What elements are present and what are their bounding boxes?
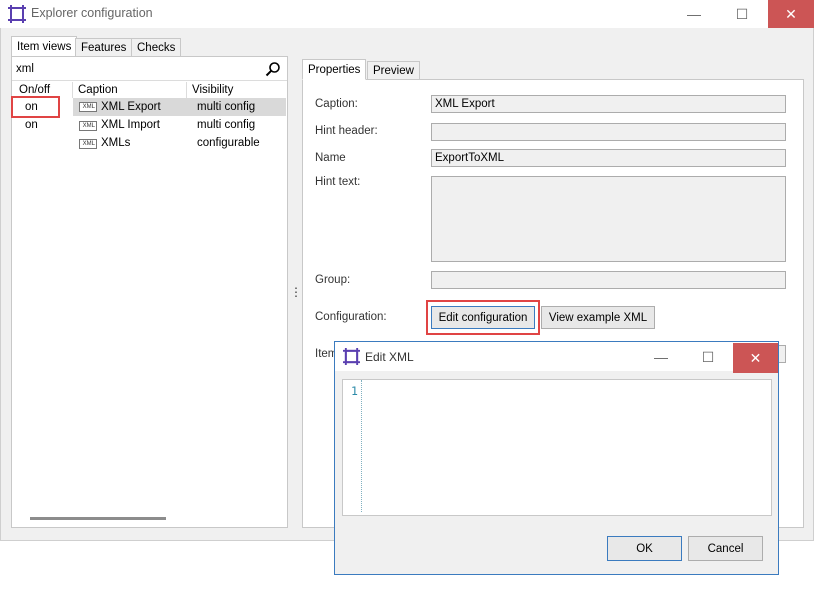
view-example-xml-button[interactable]: View example XML	[541, 306, 655, 329]
xml-file-icon: XML	[79, 102, 97, 112]
configuration-label: Configuration:	[315, 311, 387, 323]
maximize-button[interactable]: ☐	[725, 0, 759, 28]
hint-header-field[interactable]	[431, 123, 786, 141]
xml-editor[interactable]	[342, 379, 772, 516]
tab-preview[interactable]: Preview	[367, 61, 420, 80]
xml-file-icon: XML	[79, 139, 97, 149]
gutter-divider	[361, 380, 362, 512]
edit-configuration-button[interactable]: Edit configuration	[431, 306, 535, 329]
column-header-onoff[interactable]: On/off	[19, 84, 50, 96]
app-frame-icon	[8, 5, 26, 23]
column-header-visibility[interactable]: Visibility	[192, 84, 233, 96]
row-caption[interactable]: XML Export	[101, 101, 161, 113]
minimize-button[interactable]: —	[677, 0, 711, 28]
row-caption[interactable]: XML Import	[101, 119, 160, 131]
ok-button[interactable]: OK	[607, 536, 682, 561]
xml-file-icon: XML	[79, 121, 97, 131]
cancel-button[interactable]: Cancel	[688, 536, 763, 561]
line-number: 1	[351, 384, 358, 398]
dialog-maximize-button[interactable]: ☐	[691, 343, 725, 371]
window-title: Explorer configuration	[31, 6, 153, 20]
splitter-handle[interactable]: ⋮	[290, 285, 302, 299]
hint-text-label: Hint text:	[315, 176, 361, 188]
dialog-minimize-button[interactable]: —	[644, 343, 678, 371]
row-caption[interactable]: XMLs	[101, 137, 130, 149]
name-field[interactable]: ExportToXML	[431, 149, 786, 167]
caption-field[interactable]: XML Export	[431, 95, 786, 113]
tab-properties[interactable]: Properties	[302, 59, 367, 80]
search-icon[interactable]	[265, 61, 281, 77]
row-onoff[interactable]: on	[25, 101, 38, 113]
hint-header-label: Hint header:	[315, 125, 378, 137]
group-field[interactable]	[431, 271, 786, 289]
row-visibility[interactable]: multi config	[197, 101, 255, 113]
row-visibility[interactable]: configurable	[197, 137, 260, 149]
tab-item-views[interactable]: Item views	[11, 36, 78, 57]
search-box[interactable]: xml	[12, 60, 286, 80]
search-input[interactable]: xml	[16, 63, 34, 75]
horizontal-scrollbar[interactable]	[30, 517, 166, 520]
dialog-close-button[interactable]: ✕	[733, 343, 778, 373]
hint-text-field[interactable]	[431, 176, 786, 262]
row-visibility[interactable]: multi config	[197, 119, 255, 131]
column-header-caption[interactable]: Caption	[78, 84, 118, 96]
tab-features[interactable]: Features	[75, 38, 133, 57]
close-button[interactable]: ✕	[768, 0, 814, 28]
app-frame-icon	[343, 348, 360, 365]
name-label: Name	[315, 152, 346, 164]
row-onoff[interactable]: on	[25, 119, 38, 131]
dialog-title: Edit XML	[365, 350, 414, 364]
tab-checks[interactable]: Checks	[131, 38, 182, 57]
group-label: Group:	[315, 274, 351, 286]
caption-label: Caption:	[315, 98, 358, 110]
